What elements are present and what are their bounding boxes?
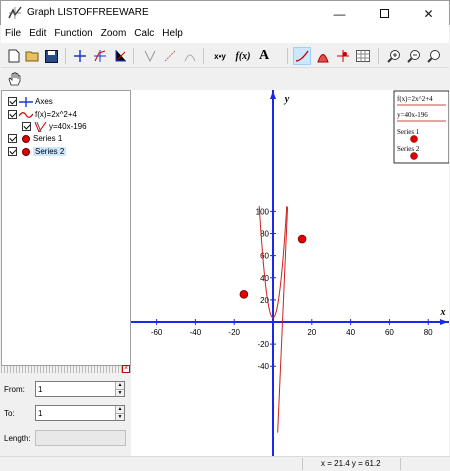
app-icon — [8, 6, 22, 19]
series-marker-icon — [22, 134, 30, 143]
status-bar: x = 21.4 y = 61.2 — [0, 456, 450, 471]
function-curve-icon — [19, 111, 33, 118]
series2-checkbox[interactable] — [8, 147, 17, 156]
hand-icon[interactable] — [5, 70, 23, 88]
zoom-fit-icon[interactable] — [425, 47, 443, 65]
maximize-button[interactable] — [362, 1, 407, 26]
x-tick-label: 40 — [346, 328, 355, 337]
tree-item-label: f(x)=2x^2+4 — [35, 110, 77, 119]
menu-calc[interactable]: Calc — [130, 25, 158, 43]
tree-item-label: Axes — [35, 97, 53, 106]
legend-entry: Series 2 — [397, 145, 420, 153]
x-tick-label: -20 — [228, 328, 240, 337]
minimize-icon: — — [333, 6, 346, 21]
close-panel-icon[interactable]: × — [122, 365, 130, 373]
tree-item-label: Series 1 — [33, 134, 63, 143]
maximize-icon — [380, 9, 389, 18]
save-icon[interactable] — [42, 47, 60, 65]
insert-trendline-icon[interactable] — [181, 47, 199, 65]
table-icon[interactable] — [354, 47, 372, 65]
evaluate-icon[interactable] — [334, 47, 352, 65]
insert-tangent-icon[interactable] — [111, 47, 129, 65]
minimize-button[interactable]: — — [317, 1, 362, 26]
area-icon[interactable] — [314, 47, 332, 65]
menu-edit[interactable]: Edit — [25, 25, 50, 43]
tree-item-series1[interactable]: Series 1 — [8, 132, 62, 145]
insert-axes-icon[interactable] — [71, 47, 89, 65]
x-tick-label: -60 — [151, 328, 163, 337]
legend-entry: y=40x-196 — [397, 111, 428, 119]
series-marker-icon — [22, 147, 30, 156]
y-tick-label: -40 — [257, 362, 269, 371]
element-tree: Axes f(x)=2x^2+4 y=40x-196 Series 1 Seri… — [1, 90, 131, 366]
axes-checkbox[interactable] — [8, 97, 17, 106]
menu-bar: File Edit Function Zoom Calc Help — [1, 25, 449, 43]
tree-item-label: y=40x-196 — [49, 122, 87, 131]
insert-shade-icon[interactable] — [141, 47, 159, 65]
series-point — [239, 290, 249, 299]
legend-marker — [410, 135, 418, 143]
edit-function-icon[interactable] — [293, 47, 311, 65]
length-label: Length: — [4, 434, 31, 443]
function-checkbox[interactable] — [8, 110, 17, 119]
tangent-line — [277, 206, 289, 433]
new-file-icon[interactable] — [5, 47, 23, 65]
insert-fx-icon[interactable]: f(x) — [233, 47, 253, 65]
to-input[interactable] — [38, 407, 114, 419]
title-bar: Graph LISTOFFREEWARE — ✕ — [0, 0, 450, 25]
tree-item-series2[interactable]: Series 2 — [8, 145, 67, 158]
cursor-coordinates: x = 21.4 y = 61.2 — [321, 459, 381, 468]
series-point — [297, 234, 307, 244]
tree-item-label: Series 2 — [33, 147, 67, 156]
y-axis-label: y — [284, 94, 290, 105]
menu-zoom[interactable]: Zoom — [97, 25, 131, 43]
insert-point-series-icon[interactable] — [161, 47, 179, 65]
tree-item-axes[interactable]: Axes — [8, 95, 53, 108]
y-tick-label: 100 — [256, 207, 270, 216]
close-button[interactable]: ✕ — [406, 1, 450, 26]
to-spinbox[interactable]: ▲ ▼ — [35, 405, 125, 421]
legend-marker — [410, 152, 418, 160]
x-tick-label: 20 — [307, 328, 316, 337]
spin-down-icon[interactable]: ▼ — [115, 389, 124, 396]
legend-entry: Series 1 — [397, 128, 420, 136]
x-axis-label: x — [440, 307, 446, 318]
graph-svg: xy-60 -40 -20 20 40 60 80-40-2020406080100f(x)… — [131, 90, 450, 456]
y-tick-label: 60 — [260, 252, 269, 261]
main-toolbar: x•y f(x) A — [1, 43, 449, 68]
x-axis-arrow — [440, 319, 448, 325]
from-label: From: — [4, 385, 25, 394]
x-tick-label: 80 — [424, 328, 433, 337]
window-title: Graph LISTOFFREEWARE — [27, 7, 149, 18]
insert-relation-icon[interactable]: x•y — [209, 47, 231, 65]
to-label: To: — [4, 409, 15, 418]
zoom-out-icon[interactable] — [405, 47, 423, 65]
graph-canvas[interactable]: x y -60 -40 -20 20 40 60 80 -40 -20 20 40 60 80 100 f(x)… — [131, 90, 450, 456]
spin-down-icon[interactable]: ▼ — [115, 413, 124, 420]
legend-entry: f(x)=2x^2+4 — [397, 95, 433, 103]
secondary-toolbar — [1, 68, 449, 90]
from-input[interactable] — [38, 383, 114, 395]
menu-help[interactable]: Help — [158, 25, 187, 43]
insert-function-icon[interactable] — [91, 47, 109, 65]
open-folder-icon[interactable] — [23, 47, 41, 65]
x-tick-label: -40 — [190, 328, 202, 337]
length-field — [35, 430, 126, 446]
tangent-icon — [34, 121, 47, 132]
panel-splitter[interactable]: × — [1, 365, 131, 373]
zoom-in-icon[interactable] — [385, 47, 403, 65]
close-icon: ✕ — [423, 6, 434, 21]
y-axis-arrow — [270, 91, 276, 99]
menu-function[interactable]: Function — [50, 25, 96, 43]
menu-file[interactable]: File — [1, 25, 25, 43]
y-tick-label: -20 — [257, 340, 269, 349]
tangent-checkbox[interactable] — [22, 122, 31, 131]
spin-up-icon[interactable]: ▲ — [115, 382, 124, 389]
insert-label-icon[interactable]: A — [255, 47, 273, 65]
spin-up-icon[interactable]: ▲ — [115, 406, 124, 413]
from-spinbox[interactable]: ▲ ▼ — [35, 381, 125, 397]
x-tick-label: 60 — [385, 328, 394, 337]
series1-checkbox[interactable] — [8, 134, 17, 143]
axes-icon — [19, 96, 33, 107]
